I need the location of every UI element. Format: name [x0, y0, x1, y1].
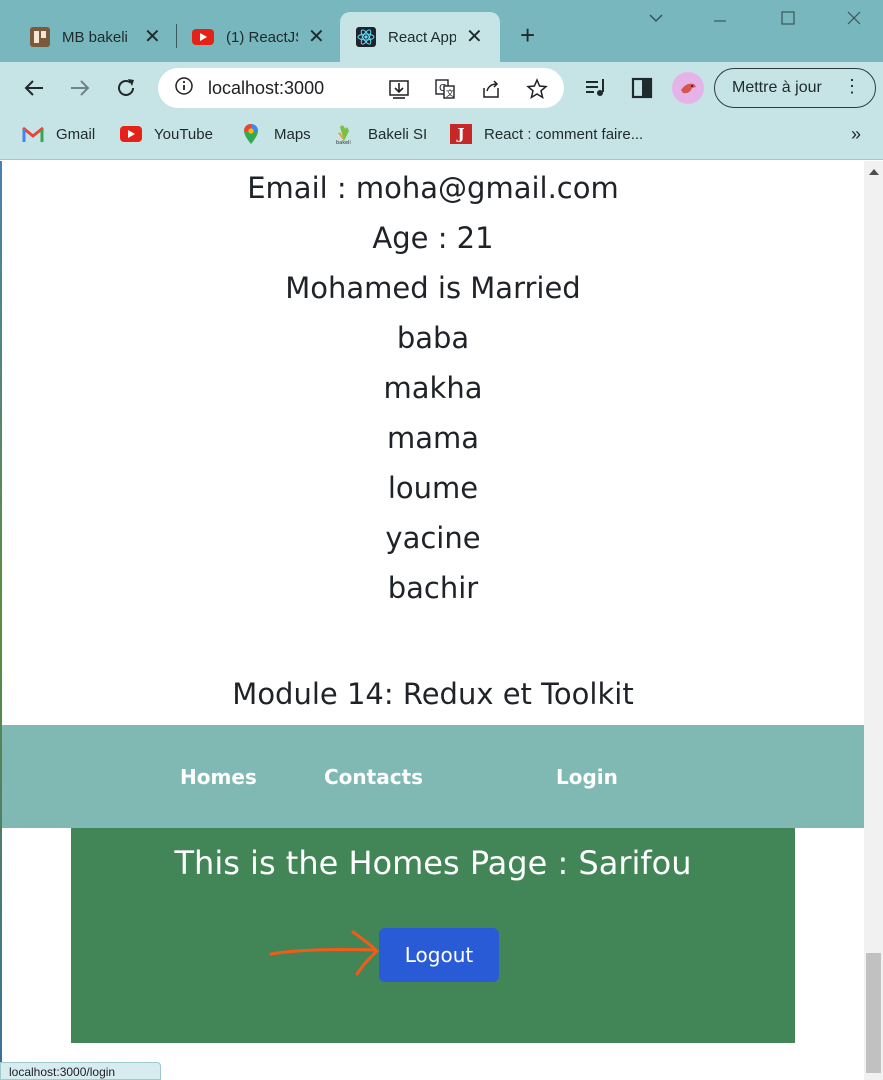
svg-text:文: 文 [446, 88, 454, 98]
star-icon[interactable] [526, 78, 548, 105]
translate-icon[interactable]: G文 [434, 78, 456, 105]
tab-mb-bakeli[interactable]: MB bakeli ✕ [30, 12, 161, 62]
reload-icon[interactable] [112, 74, 140, 102]
married-line: Mohamed is Married [285, 271, 581, 305]
update-button[interactable]: Mettre à jour ⋮ [714, 68, 876, 108]
close-icon[interactable]: ✕ [144, 27, 161, 47]
nav-link-contacts[interactable]: Contacts [324, 765, 423, 789]
home-panel: This is the Homes Page : Sarifou Logout [71, 828, 795, 1043]
tab-strip: MB bakeli ✕ (1) ReactJS ✕ React App ✕ + [0, 0, 883, 62]
youtube-icon [192, 29, 214, 45]
child-name: bachir [387, 571, 479, 605]
app-navbar: Homes Contacts Login [2, 725, 864, 828]
bookmark-label: YouTube [154, 125, 213, 143]
react-icon [356, 27, 376, 47]
home-page-title: This is the Homes Page : Sarifou [174, 844, 692, 882]
email-line: Email : moha@gmail.com [247, 171, 619, 205]
bookmark-label: Maps [274, 125, 311, 143]
update-label: Mettre à jour [732, 79, 822, 96]
scroll-thumb[interactable] [866, 953, 881, 1073]
back-arrow-icon[interactable] [20, 74, 48, 102]
bird-icon [681, 83, 696, 94]
url-text[interactable]: localhost:3000 [208, 78, 324, 99]
side-panel-icon[interactable] [630, 76, 654, 105]
tab-reactjs[interactable]: (1) ReactJS ✕ [192, 12, 325, 62]
annotation-arrow-icon [269, 930, 380, 976]
child-name: loume [387, 471, 479, 505]
logout-button[interactable]: Logout [379, 928, 499, 982]
page-viewport: Email : moha@gmail.com Age : 21 Mohamed … [2, 161, 864, 1080]
nav-link-homes[interactable]: Homes [180, 765, 257, 789]
child-name: makha [383, 371, 483, 405]
share-icon[interactable] [480, 78, 502, 105]
scroll-up-arrow-icon[interactable] [869, 169, 879, 175]
trello-icon [30, 27, 50, 47]
new-tab-plus-icon[interactable]: + [520, 22, 535, 48]
maps-icon [240, 124, 262, 144]
svg-text:bakeli: bakeli [336, 140, 351, 145]
gmail-icon [22, 124, 44, 144]
minimize-icon[interactable] [712, 10, 728, 31]
age-line: Age : 21 [372, 221, 494, 255]
child-name: baba [396, 321, 470, 355]
module-title: Module 14: Redux et Toolkit [232, 677, 634, 711]
nav-link-login[interactable]: Login [556, 765, 618, 789]
j-icon: J [450, 124, 472, 144]
page-scrollbar[interactable] [864, 161, 883, 1080]
bookmark-react-comment-faire[interactable]: J React : comment faire... [450, 124, 643, 144]
forward-arrow-icon[interactable] [66, 74, 94, 102]
info-icon[interactable] [174, 76, 194, 101]
install-app-icon[interactable] [388, 78, 410, 105]
media-control-icon[interactable] [584, 76, 608, 105]
tab-react-app[interactable]: React App ✕ [340, 12, 500, 62]
browser-toolbar: localhost:3000 G文 Mettre à jour ⋮ [0, 62, 883, 114]
more-vert-icon[interactable]: ⋮ [843, 77, 861, 95]
tab-title: React App [388, 28, 456, 46]
window-close-icon[interactable] [846, 10, 862, 31]
bakeli-icon: bakeli [334, 124, 356, 145]
child-name: mama [386, 421, 480, 455]
close-icon[interactable]: ✕ [308, 27, 325, 47]
bookmark-maps[interactable]: Maps [240, 124, 311, 144]
close-icon[interactable]: ✕ [466, 27, 483, 47]
bookmarks-bar: Gmail YouTube Maps bakeli Bakeli SI J Re… [0, 114, 883, 160]
youtube-icon [120, 124, 142, 144]
tab-title: (1) ReactJS [226, 28, 298, 46]
child-name: yacine [385, 521, 481, 555]
chevron-down-icon[interactable] [648, 10, 664, 31]
bookmark-label: Bakeli SI [368, 125, 428, 143]
bookmark-label: Gmail [56, 125, 96, 143]
address-bar[interactable]: localhost:3000 G文 [158, 68, 564, 108]
double-chevron-right-icon[interactable]: » [851, 124, 861, 145]
bookmark-bakeli-si[interactable]: bakeli Bakeli SI [334, 124, 428, 145]
tab-separator [176, 24, 177, 48]
status-bar-url: localhost:3000/login [0, 1062, 161, 1080]
bookmark-youtube[interactable]: YouTube [120, 124, 213, 144]
maximize-icon[interactable] [780, 10, 796, 31]
bookmark-gmail[interactable]: Gmail [22, 124, 95, 144]
tab-title: MB bakeli [62, 28, 128, 46]
profile-avatar[interactable] [672, 72, 704, 104]
bookmark-label: React : comment faire... [484, 125, 644, 143]
